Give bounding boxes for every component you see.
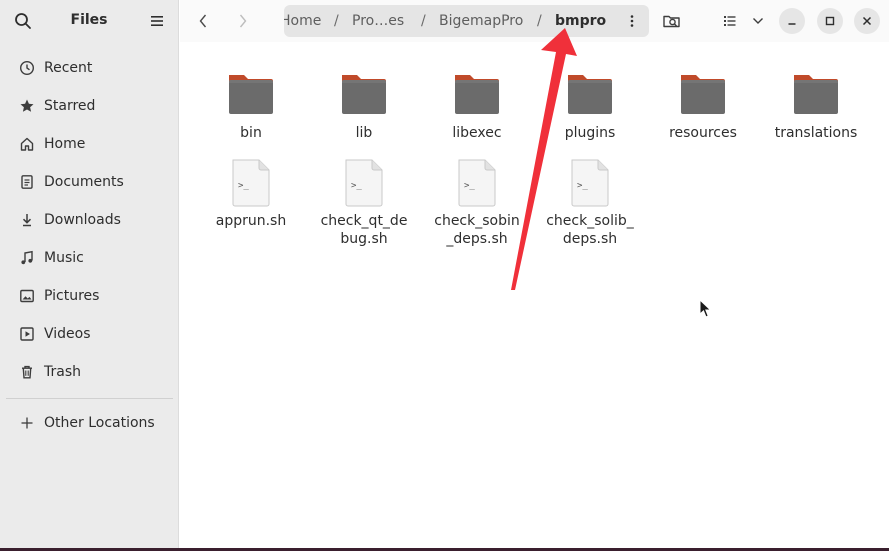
sidebar-item-recent[interactable]: Recent	[6, 52, 173, 84]
files-window: Files Recent Starred Home Documents Down…	[0, 0, 889, 548]
script-file-icon: >_	[226, 158, 276, 208]
sidebar-item-label: Home	[44, 136, 86, 152]
file-item[interactable]: >_ check_sobin _deps.sh	[429, 158, 525, 248]
mouse-cursor-icon	[699, 299, 712, 318]
sidebar-item-videos[interactable]: Videos	[6, 318, 173, 350]
document-icon	[18, 173, 36, 191]
file-name-label: check_sobin _deps.sh	[434, 213, 520, 247]
breadcrumb-bmpro[interactable]: bmpro	[555, 13, 606, 29]
chevron-right-icon	[239, 14, 247, 28]
sidebar-item-home[interactable]: Home	[6, 128, 173, 160]
file-grid: bin lib libexec plugins resources translation…	[180, 42, 889, 548]
sidebar-item-label: Trash	[44, 364, 81, 380]
sidebar-item-downloads[interactable]: Downloads	[6, 204, 173, 236]
script-glyph: >_	[577, 181, 588, 191]
close-button[interactable]	[854, 8, 880, 34]
folder-item[interactable]: libexec	[429, 70, 525, 142]
folder-search-icon	[663, 15, 680, 28]
file-name-label: lib	[355, 125, 373, 141]
file-name-label: check_qt_de bug.sh	[320, 213, 408, 247]
folder-icon	[678, 70, 728, 120]
star-icon	[18, 97, 36, 115]
script-glyph: >_	[238, 181, 249, 191]
script-file-icon: >_	[565, 158, 615, 208]
sidebar-item-starred[interactable]: Starred	[6, 90, 173, 122]
file-name-label: apprun.sh	[215, 213, 287, 229]
folder-item[interactable]: plugins	[542, 70, 638, 142]
trash-icon	[18, 363, 36, 381]
folder-icon	[565, 70, 615, 120]
download-icon	[18, 211, 36, 229]
file-name-label: bin	[240, 125, 262, 141]
kebab-menu-icon[interactable]	[624, 13, 640, 29]
view-options-button[interactable]	[746, 9, 770, 33]
sidebar-item-other-locations[interactable]: Other Locations	[6, 407, 173, 439]
maximize-icon	[825, 16, 835, 26]
file-item[interactable]: >_ check_solib_ deps.sh	[542, 158, 638, 248]
script-glyph: >_	[351, 181, 362, 191]
breadcrumb: Home / Pro…es / BigemapPro / bmpro	[284, 5, 649, 37]
chevron-left-icon	[199, 14, 207, 28]
sidebar-item-trash[interactable]: Trash	[6, 356, 173, 388]
sidebar-divider	[6, 398, 173, 399]
file-name-label: libexec	[452, 125, 502, 141]
search-files-button[interactable]	[660, 9, 684, 33]
script-glyph: >_	[464, 181, 475, 191]
sidebar-item-label: Downloads	[44, 212, 121, 228]
sidebar-header: Files	[0, 0, 178, 42]
close-icon	[862, 16, 872, 26]
chevron-down-icon	[753, 18, 763, 24]
file-name-label: translations	[774, 125, 858, 141]
plus-icon	[18, 414, 36, 432]
file-name-label: resources	[669, 125, 737, 141]
folder-icon	[791, 70, 841, 120]
sidebar-item-documents[interactable]: Documents	[6, 166, 173, 198]
breadcrumb-separator: /	[421, 13, 426, 29]
video-icon	[18, 325, 36, 343]
script-file-icon: >_	[452, 158, 502, 208]
folder-icon	[452, 70, 502, 120]
back-button[interactable]	[192, 10, 214, 32]
folder-item[interactable]: translations	[768, 70, 864, 142]
file-name-label: plugins	[564, 125, 616, 141]
minimize-button[interactable]	[779, 8, 805, 34]
music-icon	[18, 249, 36, 267]
folder-item[interactable]: resources	[655, 70, 751, 142]
file-item[interactable]: >_ check_qt_de bug.sh	[316, 158, 412, 248]
breadcrumb-separator: /	[537, 13, 542, 29]
forward-button[interactable]	[232, 10, 254, 32]
list-view-icon	[724, 16, 736, 26]
breadcrumb-programfiles[interactable]: Pro…es	[352, 13, 404, 29]
sidebar-item-label: Music	[44, 250, 84, 266]
script-file-icon: >_	[339, 158, 389, 208]
sidebar: Files Recent Starred Home Documents Down…	[0, 0, 179, 548]
sidebar-item-pictures[interactable]: Pictures	[6, 280, 173, 312]
hamburger-menu-icon[interactable]	[149, 13, 165, 29]
sidebar-item-label: Pictures	[44, 288, 100, 304]
sidebar-item-label: Documents	[44, 174, 124, 190]
sidebar-item-label: Videos	[44, 326, 91, 342]
file-item[interactable]: >_ apprun.sh	[203, 158, 299, 230]
file-name-label: check_solib_ deps.sh	[546, 213, 634, 247]
sidebar-item-label: Other Locations	[44, 415, 155, 431]
maximize-button[interactable]	[817, 8, 843, 34]
sidebar-item-music[interactable]: Music	[6, 242, 173, 274]
clock-icon	[18, 59, 36, 77]
picture-icon	[18, 287, 36, 305]
folder-icon	[339, 70, 389, 120]
minimize-icon	[788, 23, 796, 25]
breadcrumb-home[interactable]: Home	[284, 13, 321, 29]
folder-item[interactable]: lib	[316, 70, 412, 142]
list-view-button[interactable]	[718, 9, 742, 33]
breadcrumb-bigemappro[interactable]: BigemapPro	[439, 13, 523, 29]
home-icon	[18, 135, 36, 153]
sidebar-item-label: Recent	[44, 60, 93, 76]
sidebar-item-label: Starred	[44, 98, 96, 114]
breadcrumb-separator: /	[334, 13, 339, 29]
folder-icon	[226, 70, 276, 120]
folder-item[interactable]: bin	[203, 70, 299, 142]
